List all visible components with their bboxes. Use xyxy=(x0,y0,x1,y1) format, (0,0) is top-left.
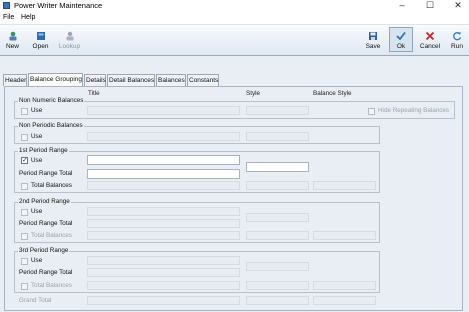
lookup-label: Lookup xyxy=(58,43,81,50)
tab-balances[interactable]: Balances xyxy=(156,74,186,86)
period3-style-field[interactable] xyxy=(246,262,309,271)
period2-style-field[interactable] xyxy=(246,213,309,222)
period1-title-field[interactable] xyxy=(87,155,240,165)
period1-total-balances-label: Total Balances xyxy=(31,182,72,189)
period3-range-total-label: Period Range Total xyxy=(19,269,73,276)
period3-title: 3rd Period Range xyxy=(18,247,70,254)
period2-total-balances-checkbox[interactable] xyxy=(21,233,28,240)
grand-total-balance-style-field[interactable] xyxy=(313,296,376,305)
menu-help[interactable]: Help xyxy=(21,13,35,23)
non-numeric-style-field[interactable] xyxy=(246,106,309,115)
period3-total-style-field[interactable] xyxy=(246,281,309,290)
period2-range-total-field[interactable] xyxy=(87,219,240,228)
maximize-button[interactable]: ☐ xyxy=(420,0,440,12)
open-icon xyxy=(36,32,45,40)
period3-balance-style-field[interactable] xyxy=(313,281,376,290)
window-title: Power Writer Maintenance xyxy=(14,1,103,10)
non-numeric-title-field[interactable] xyxy=(87,106,240,115)
new-button[interactable]: New xyxy=(2,27,23,52)
period2-use-label: Use xyxy=(31,208,43,215)
non-periodic-style-field[interactable] xyxy=(246,132,309,141)
non-periodic-use-label: Use xyxy=(31,133,43,140)
period1-total-style-field[interactable] xyxy=(246,181,309,190)
cancel-icon xyxy=(425,31,435,41)
hide-repeating-checkbox[interactable] xyxy=(368,108,375,115)
period1-total-balances-checkbox[interactable] xyxy=(21,183,28,190)
run-button[interactable]: Run xyxy=(446,27,468,52)
ok-button[interactable]: Ok xyxy=(389,27,413,52)
column-balance-style: Balance Style xyxy=(313,90,352,97)
checkmark-icon xyxy=(396,31,406,41)
period1-use-label: Use xyxy=(31,157,43,164)
period2-total-title-field[interactable] xyxy=(87,231,240,240)
non-numeric-use-label: Use xyxy=(31,107,43,114)
period3-use-label: Use xyxy=(31,257,43,264)
period3-total-title-field[interactable] xyxy=(87,281,240,290)
cancel-button[interactable]: Cancel xyxy=(418,27,442,52)
lookup-button[interactable]: Lookup xyxy=(56,27,83,52)
grand-total-title-field[interactable] xyxy=(87,296,240,305)
non-periodic-use-checkbox[interactable] xyxy=(21,134,28,141)
hide-repeating-label: Hide Repeating Balances xyxy=(378,107,450,114)
tab-balance-grouping[interactable]: Balance Grouping xyxy=(28,73,83,86)
period2-title: 2nd Period Range xyxy=(18,198,71,205)
ok-label: Ok xyxy=(396,43,406,50)
save-icon xyxy=(369,32,377,40)
tab-header[interactable]: Header xyxy=(3,74,27,86)
period1-range-total-label: Period Range Total xyxy=(19,170,73,177)
menu-bar xyxy=(0,12,469,25)
period1-use-checkbox[interactable] xyxy=(21,156,28,164)
period3-total-balances-checkbox[interactable] xyxy=(21,283,28,290)
run-label: Run xyxy=(451,43,463,50)
non-numeric-use-checkbox[interactable] xyxy=(21,108,28,115)
period2-balance-style-field[interactable] xyxy=(313,231,376,240)
grand-total-style-field[interactable] xyxy=(246,296,309,305)
period3-total-balances-label: Total Balances xyxy=(31,282,72,289)
app-icon xyxy=(3,2,10,9)
period2-total-style-field[interactable] xyxy=(246,231,309,240)
period2-range-total-label: Period Range Total xyxy=(19,220,73,227)
run-icon xyxy=(453,31,462,41)
tab-constants[interactable]: Constants xyxy=(187,74,219,86)
non-periodic-title: Non Periodic Balances xyxy=(18,122,84,129)
non-numeric-title: Non Numeric Balances xyxy=(18,97,85,104)
tab-detail-balances[interactable]: Detail Balances xyxy=(107,74,155,86)
period1-style-field[interactable] xyxy=(246,162,309,172)
period3-range-total-field[interactable] xyxy=(87,268,240,277)
cancel-label: Cancel xyxy=(419,43,441,50)
lookup-icon xyxy=(66,31,73,41)
open-button[interactable]: Open xyxy=(28,27,53,52)
period3-use-checkbox[interactable] xyxy=(21,258,28,265)
period2-use-checkbox[interactable] xyxy=(21,209,28,216)
column-title: Title xyxy=(88,90,100,97)
minimize-button[interactable]: – xyxy=(392,0,412,12)
period3-title-field[interactable] xyxy=(87,256,240,265)
new-icon xyxy=(9,31,16,41)
close-window-button[interactable]: ✕ xyxy=(448,0,468,12)
period1-balance-style-field[interactable] xyxy=(313,181,376,190)
period1-total-title-field[interactable] xyxy=(87,181,240,190)
period1-title: 1st Period Range xyxy=(18,147,69,154)
non-periodic-title-field[interactable] xyxy=(87,132,240,141)
period2-title-field[interactable] xyxy=(87,207,240,216)
grand-total-label: Grand Total xyxy=(19,297,52,304)
open-label: Open xyxy=(32,43,49,50)
tab-details[interactable]: Details xyxy=(84,74,106,86)
period2-total-balances-label: Total Balances xyxy=(31,232,72,239)
save-label: Save xyxy=(365,43,381,50)
column-style: Style xyxy=(246,90,260,97)
new-label: New xyxy=(5,43,19,50)
menu-file[interactable]: File xyxy=(3,13,14,23)
period1-range-total-field[interactable] xyxy=(87,169,240,179)
save-button[interactable]: Save xyxy=(362,27,384,52)
